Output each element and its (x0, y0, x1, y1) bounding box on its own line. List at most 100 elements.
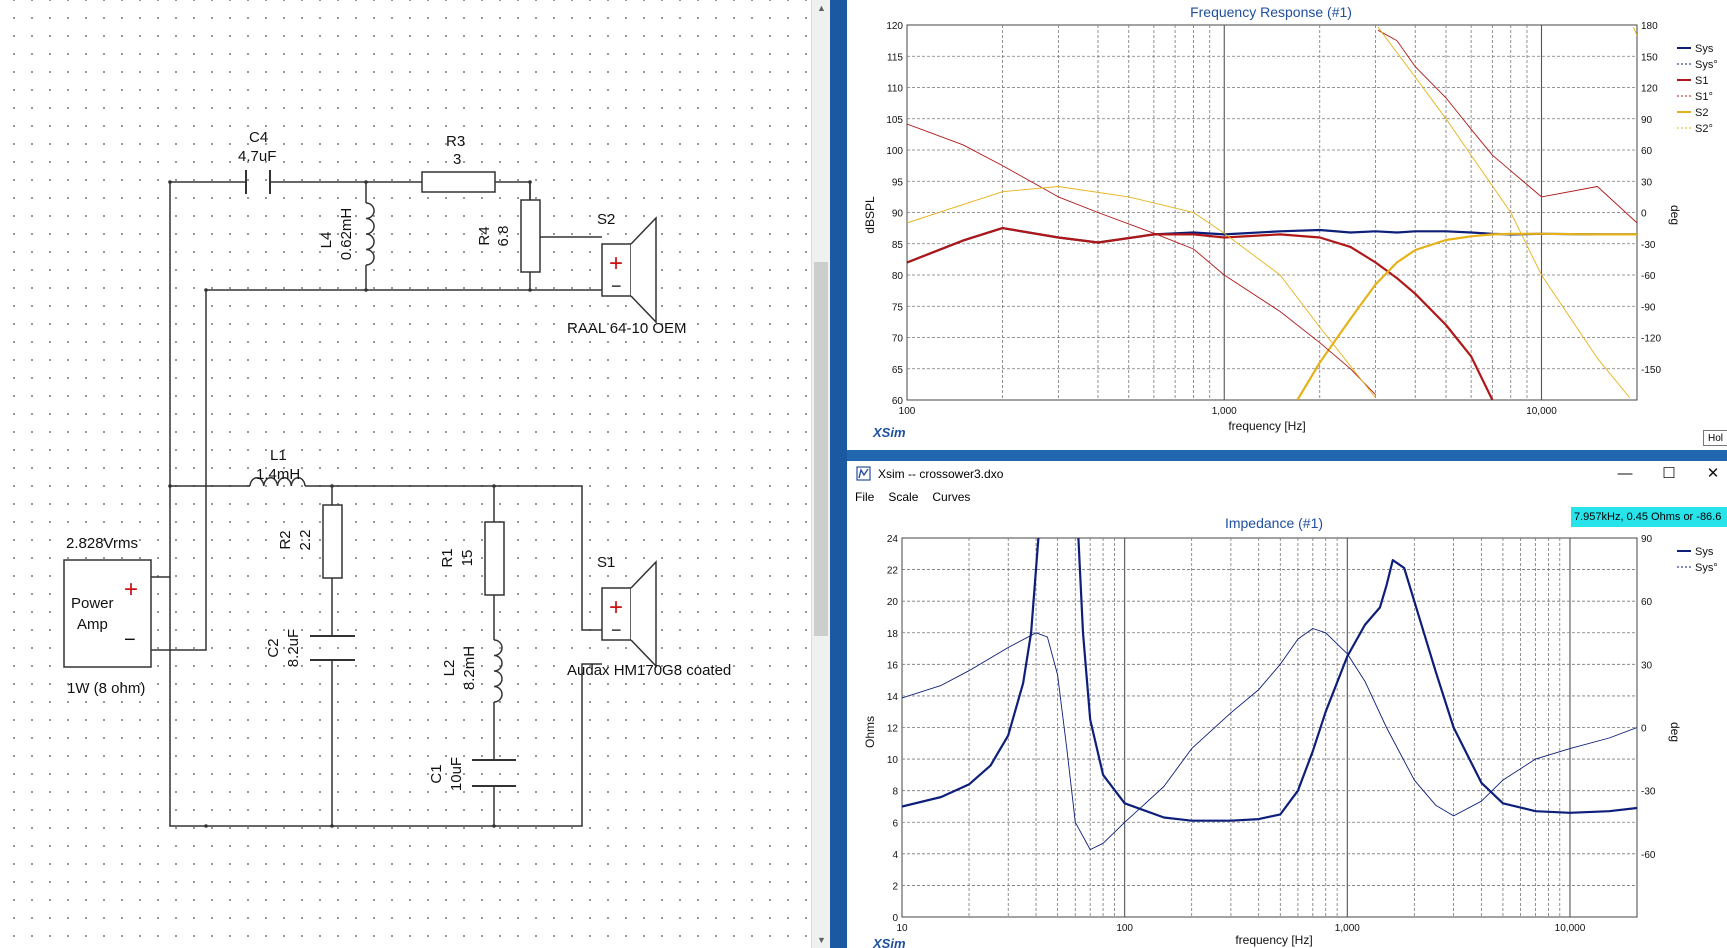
r3-name: R3 (446, 133, 465, 150)
l4-name: L4 (318, 232, 335, 249)
s1-model: Audax HM170G8 coated (567, 662, 731, 679)
resistor-r4[interactable] (520, 199, 541, 273)
imp-x-tick-label: 10,000 (1555, 923, 1586, 934)
hold-button[interactable]: Hol (1703, 430, 1727, 446)
maximize-button[interactable]: ☐ (1647, 461, 1691, 487)
fr-y2-tick-label: 150 (1641, 52, 1658, 63)
legend-label: S2 (1695, 107, 1708, 119)
speaker-s2-minus: − (611, 276, 622, 296)
l2-name: L2 (441, 660, 458, 677)
l1-value: 1.4mH (256, 466, 300, 483)
fr-y-tick-label: 90 (892, 209, 904, 220)
legend-label: S1 (1695, 75, 1708, 87)
resistor-r3[interactable] (421, 171, 496, 193)
fr-y-tick-label: 75 (892, 302, 904, 313)
close-button[interactable]: ✕ (1691, 461, 1727, 487)
c4-name: C4 (249, 129, 268, 146)
schematic-canvas[interactable]: Power Amp + − 2.828Vrms 1W (8 ohm) + − +… (0, 0, 830, 948)
imp-y2-axis-label: deg (1668, 722, 1682, 742)
r3-value: 3 (453, 151, 461, 168)
imp-chart-title: Impedance (#1) (1225, 515, 1323, 531)
fr-y2-tick-label: 60 (1641, 146, 1653, 157)
imp-y2-tick-label: 90 (1641, 534, 1653, 545)
frequency-response-chart: Frequency Response (#1) frequency [Hz] d… (863, 4, 1718, 440)
scroll-up-arrow-icon[interactable]: ▲ (812, 0, 831, 16)
menu-scale[interactable]: Scale (888, 487, 918, 507)
imp-y-tick-label: 12 (887, 724, 899, 735)
scrollbar-thumb[interactable] (814, 262, 828, 636)
schematic-vertical-scrollbar[interactable]: ▲ ▼ (811, 0, 831, 948)
imp-y-tick-label: 22 (887, 566, 899, 577)
imp-y2-tick-label: 30 (1641, 660, 1653, 671)
crossover-schematic: Power Amp + − 2.828Vrms 1W (8 ohm) + − +… (63, 129, 731, 828)
menu-curves[interactable]: Curves (932, 487, 970, 507)
l1-name: L1 (270, 447, 287, 464)
imp-y2-tick-label: 60 (1641, 597, 1653, 608)
xsim-app-icon (856, 466, 871, 481)
fr-y2-tick-label: -30 (1641, 240, 1656, 251)
fr-y2-tick-label: 180 (1641, 21, 1658, 32)
r1-value: 15 (459, 550, 476, 567)
imp-x-axis-label: frequency [Hz] (1235, 933, 1312, 947)
power-amp-rating: 1W (8 ohm) (67, 680, 145, 697)
inductor-l2[interactable] (493, 639, 503, 703)
fr-y-tick-label: 95 (892, 177, 904, 188)
imp-y-tick-label: 18 (887, 629, 899, 640)
resistor-r2[interactable] (322, 504, 343, 579)
imp-y-tick-label: 20 (887, 597, 899, 608)
fr-y-tick-label: 120 (886, 21, 903, 32)
c2-value: 8.2uF (285, 629, 302, 667)
fr-x-tick-label: 100 (899, 406, 916, 417)
c1-name: C1 (428, 764, 445, 783)
inductor-l4[interactable] (365, 202, 375, 266)
wire-junction (364, 288, 368, 292)
series-line-sys (902, 538, 1637, 822)
wire-junction (364, 180, 368, 184)
frequency-response-window[interactable]: Frequency Response (#1) frequency [Hz] d… (847, 0, 1727, 452)
fr-chart-title: Frequency Response (#1) (1190, 4, 1352, 20)
imp-xsim-logo: XSim (872, 936, 906, 948)
legend-label: Sys° (1695, 59, 1718, 71)
imp-y2-tick-label: 0 (1641, 724, 1647, 735)
fr-y2-tick-label: 90 (1641, 115, 1653, 126)
fr-y2-tick-label: -120 (1641, 334, 1661, 345)
wire-junction (168, 484, 172, 488)
imp-y2-tick-label: -60 (1641, 850, 1656, 861)
fr-y-tick-label: 85 (892, 240, 904, 251)
fr-y-axis-label: dBSPL (863, 196, 877, 234)
imp-y-tick-label: 4 (892, 850, 898, 861)
scroll-down-arrow-icon[interactable]: ▼ (812, 932, 831, 948)
fr-y-tick-label: 70 (892, 334, 904, 345)
fr-y2-tick-label: 120 (1641, 84, 1658, 95)
legend-label: Sys (1695, 546, 1714, 558)
legend-label: Sys (1695, 43, 1714, 55)
impedance-menubar: File Scale Curves (847, 487, 1727, 507)
resistor-r1[interactable] (484, 521, 505, 596)
series-line-s2 (1296, 232, 1637, 400)
c4-value: 4.7uF (238, 148, 276, 165)
fr-y-tick-label: 105 (886, 115, 903, 126)
fr-y2-tick-label: 30 (1641, 177, 1653, 188)
imp-y2-tick-label: -30 (1641, 787, 1656, 798)
wire-junction (168, 180, 172, 184)
speaker-s2-plus: + (609, 250, 623, 277)
menu-file[interactable]: File (855, 487, 874, 507)
imp-y-tick-label: 14 (887, 692, 899, 703)
wire-junction (492, 484, 496, 488)
impedance-window[interactable]: Xsim -- crossower3.dxo — ☐ ✕ File Scale Cu… (847, 461, 1727, 948)
speaker-s1-minus: − (611, 620, 622, 640)
impedance-window-titlebar[interactable]: Xsim -- crossower3.dxo — ☐ ✕ (847, 461, 1727, 487)
speaker-s1-plus: + (609, 594, 623, 621)
imp-x-tick-label: 10 (896, 923, 908, 934)
l2-value: 8.2mH (461, 646, 478, 690)
fr-y-tick-label: 110 (887, 84, 903, 95)
r2-value: 2.2 (297, 530, 314, 551)
power-amp-label-2: Amp (77, 616, 108, 633)
wire-junction (528, 288, 532, 292)
power-amp-minus: − (124, 629, 136, 651)
s2-model: RAAL 64-10 OEM (567, 320, 687, 337)
r1-name: R1 (439, 548, 456, 567)
imp-y-tick-label: 16 (887, 660, 899, 671)
minimize-button[interactable]: — (1603, 461, 1647, 487)
legend-label: Sys° (1695, 562, 1718, 574)
